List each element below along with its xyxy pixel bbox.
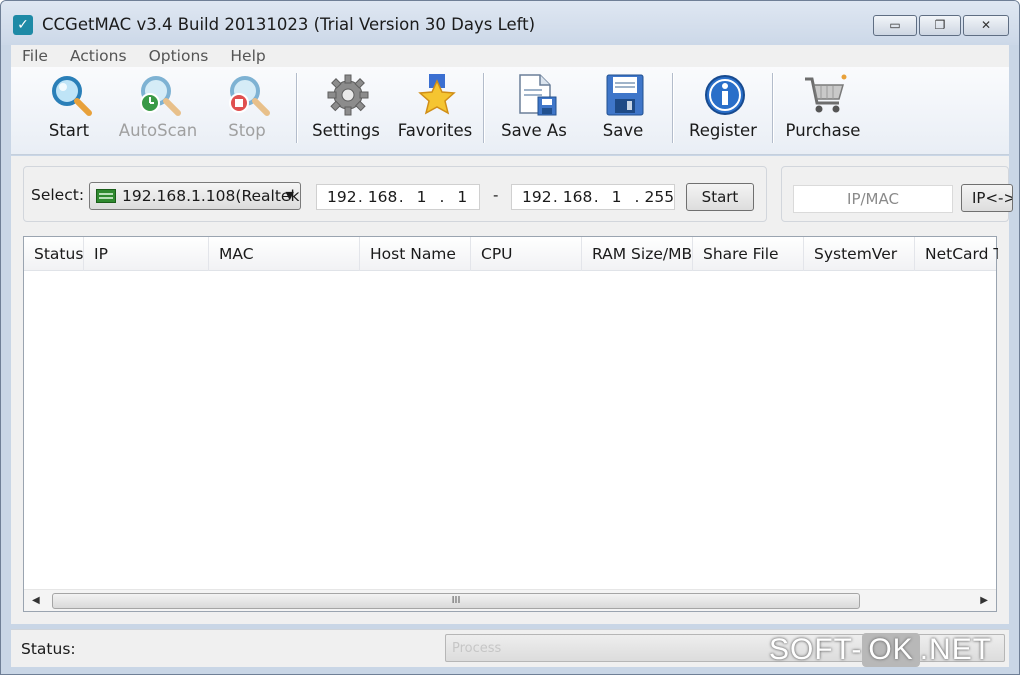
- ip-range-start-input[interactable]: 192 . 168 . 1 . 1: [316, 184, 480, 210]
- chevron-down-icon: ▼: [285, 189, 294, 202]
- menu-options[interactable]: Options: [138, 45, 220, 67]
- app-logo-icon: ✓: [13, 15, 33, 35]
- purchase-toolbar-button[interactable]: Purchase: [779, 67, 867, 151]
- network-card-icon: [96, 189, 116, 203]
- table-header: Status IP MAC Host Name CPU RAM Size/MB …: [24, 237, 998, 271]
- ip-octet[interactable]: 1: [449, 185, 475, 209]
- watermark-ok: OK: [862, 633, 920, 667]
- ip-octet[interactable]: 1: [604, 185, 630, 209]
- scrollbar-thumb[interactable]: III: [52, 593, 860, 609]
- ip-octet[interactable]: 168: [563, 185, 593, 209]
- watermark-right: .NET: [919, 633, 993, 666]
- column-header-host-name[interactable]: Host Name: [360, 237, 471, 271]
- ip-octet[interactable]: 168: [368, 185, 398, 209]
- ip-octet[interactable]: 1: [409, 185, 435, 209]
- toolbar-label: AutoScan: [118, 121, 198, 140]
- toolbar-separator: [772, 73, 773, 143]
- maximize-button[interactable]: ❐: [919, 15, 961, 36]
- column-header-ram-size[interactable]: RAM Size/MB: [582, 237, 693, 271]
- horizontal-scrollbar[interactable]: ◀ III ▶: [24, 589, 996, 611]
- close-button[interactable]: ✕: [963, 15, 1009, 36]
- select-label: Select:: [31, 186, 85, 204]
- save-as-icon: [519, 74, 557, 116]
- app-window: ✓ CCGetMAC v3.4 Build 20131023 (Trial Ve…: [0, 0, 1020, 675]
- register-toolbar-button[interactable]: Register: [679, 67, 767, 151]
- column-header-cpu[interactable]: CPU: [471, 237, 582, 271]
- column-header-status[interactable]: Status: [24, 237, 84, 271]
- favorites-toolbar-button[interactable]: Favorites: [391, 67, 479, 151]
- status-label: Status:: [21, 640, 76, 658]
- adapter-select[interactable]: 192.168.1.108(Realtek ▼: [89, 182, 301, 210]
- cart-icon: [805, 74, 847, 113]
- toolbar-label: Stop: [228, 121, 266, 140]
- column-header-ip[interactable]: IP: [84, 237, 209, 271]
- watermark-left: SOFT-: [769, 633, 863, 666]
- toolbar-label: Save: [602, 121, 644, 140]
- minimize-button[interactable]: ▭: [873, 15, 917, 36]
- progress-text: Process: [452, 641, 502, 656]
- content-area: Select: 192.168.1.108(Realtek ▼ 192 . 16…: [11, 156, 1013, 624]
- save-as-toolbar-button[interactable]: Save As: [490, 67, 578, 151]
- adapter-select-value: 192.168.1.108(Realtek: [122, 187, 300, 205]
- magnifier-clock-icon: [140, 76, 181, 116]
- info-icon: [705, 75, 745, 115]
- magnifier-stop-icon: [229, 76, 270, 116]
- save-toolbar-button[interactable]: Save: [579, 67, 667, 151]
- toolbar-label: Settings: [312, 121, 380, 140]
- menu-bar: File Actions Options Help: [11, 45, 1009, 67]
- floppy-icon: [606, 74, 644, 116]
- toolbar-label: Favorites: [397, 121, 473, 140]
- range-separator: -: [493, 186, 499, 204]
- scroll-right-icon[interactable]: ▶: [980, 590, 988, 612]
- ip-octet[interactable]: 192: [327, 185, 357, 209]
- settings-toolbar-button[interactable]: Settings: [302, 67, 390, 151]
- toolbar-label: Register: [689, 121, 757, 140]
- start-toolbar-button[interactable]: Start: [25, 67, 113, 151]
- menu-actions[interactable]: Actions: [59, 45, 138, 67]
- gear-icon: [327, 74, 369, 116]
- column-header-netcard-type[interactable]: NetCard T.: [915, 237, 998, 271]
- stop-toolbar-button[interactable]: Stop: [203, 67, 291, 151]
- results-table[interactable]: Status IP MAC Host Name CPU RAM Size/MB …: [23, 236, 998, 612]
- column-header-mac[interactable]: MAC: [209, 237, 360, 271]
- toolbar-separator: [296, 73, 297, 143]
- column-header-share-file[interactable]: Share File: [693, 237, 804, 271]
- ip-octet[interactable]: 192: [522, 185, 552, 209]
- watermark: SOFT- OK .NET: [769, 633, 992, 667]
- autoscan-toolbar-button[interactable]: AutoScan: [114, 67, 202, 151]
- window-title: CCGetMAC v3.4 Build 20131023 (Trial Vers…: [42, 15, 536, 34]
- column-header-system-ver[interactable]: SystemVer: [804, 237, 915, 271]
- title-bar[interactable]: ✓ CCGetMAC v3.4 Build 20131023 (Trial Ve…: [1, 1, 1019, 45]
- toolbar-label: Purchase: [785, 121, 861, 140]
- toolbar: Start AutoScan Stop Settings Favorites S…: [11, 67, 1009, 155]
- star-icon: [418, 74, 456, 115]
- toolbar-separator: [483, 73, 484, 143]
- menu-help[interactable]: Help: [219, 45, 276, 67]
- scroll-left-icon[interactable]: ◀: [32, 590, 40, 612]
- toolbar-label: Start: [48, 121, 90, 140]
- ipmac-search-input[interactable]: IP/MAC: [793, 185, 953, 213]
- toolbar-separator: [672, 73, 673, 143]
- menu-file[interactable]: File: [11, 45, 59, 67]
- magnifier-icon: [52, 76, 92, 116]
- start-scan-button[interactable]: Start: [686, 183, 754, 211]
- toolbar-label: Save As: [501, 121, 567, 140]
- ip-octet[interactable]: 255: [644, 185, 675, 209]
- ip-range-end-input[interactable]: 192 . 168 . 1 . 255: [511, 184, 675, 210]
- ip-mac-convert-button[interactable]: IP<->I: [961, 184, 1013, 212]
